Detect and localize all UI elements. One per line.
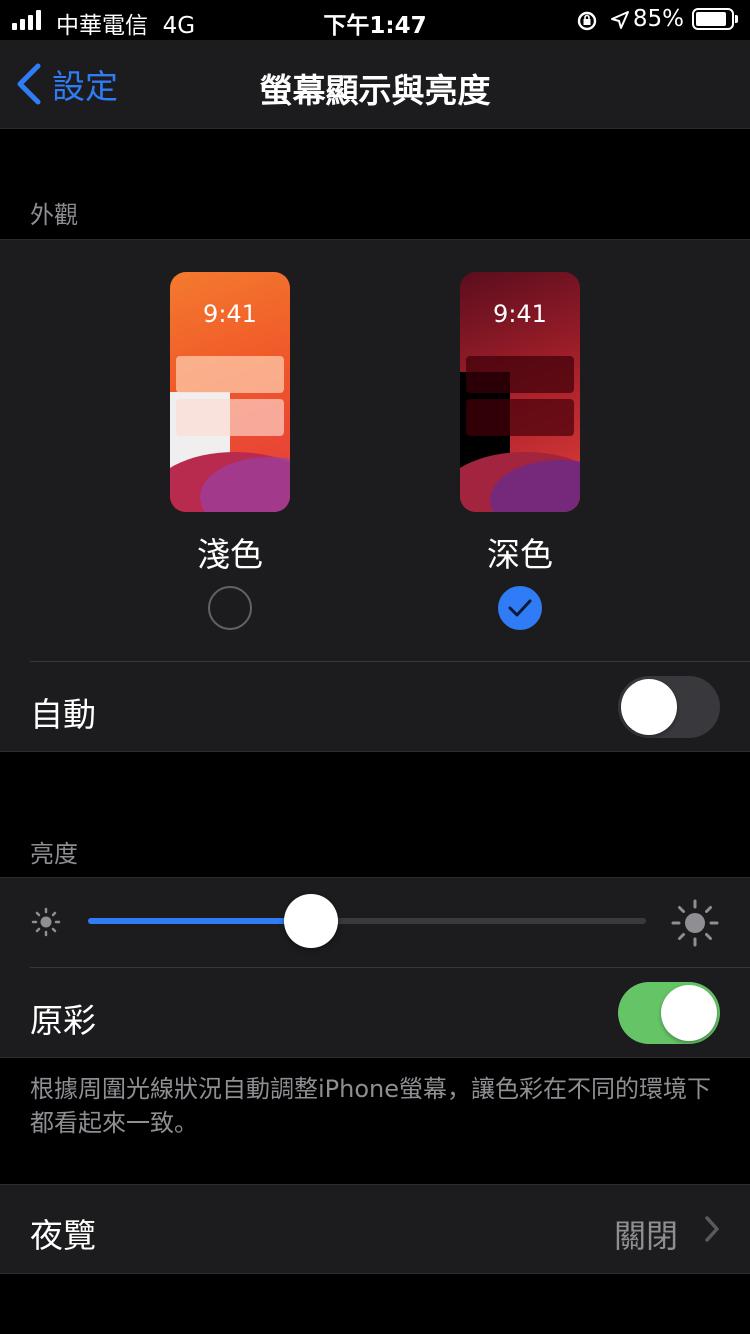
light-mode-option[interactable]: 9:41 淺色: [150, 260, 310, 640]
night-shift-row[interactable]: 夜覽 關閉: [0, 1184, 750, 1274]
chevron-right-icon: [705, 1216, 719, 1242]
night-shift-label: 夜覽: [30, 1216, 96, 1255]
night-shift-value: 關閉: [613, 1217, 678, 1255]
dark-mode-label: 深色: [487, 535, 553, 574]
true-tone-description: 根據周圍光線狀況自動調整iPhone螢幕，讓色彩在不同的環境下都看起來一致。: [30, 1075, 712, 1137]
location-icon: [611, 11, 629, 29]
orientation-lock-icon: [577, 11, 597, 31]
toggle-knob: [621, 679, 677, 735]
battery-icon: [692, 8, 738, 30]
sun-large-icon: [671, 899, 719, 947]
page-title: 螢幕顯示與亮度: [259, 71, 491, 110]
toggle-knob: [661, 985, 717, 1041]
slider-fill: [88, 918, 312, 924]
true-tone-label: 原彩: [30, 1001, 96, 1040]
brightness-section-header: 亮度: [30, 840, 78, 868]
auto-toggle[interactable]: [618, 676, 720, 738]
battery-percentage: 85%: [632, 6, 684, 32]
status-bar: 中華電信 4G 下午1:47 85%: [0, 0, 750, 40]
checkmark-icon: [508, 599, 532, 617]
true-tone-toggle[interactable]: [618, 982, 720, 1044]
divider: [30, 967, 750, 968]
appearance-group: 9:41 淺色 9:41 深色 自動: [0, 239, 750, 752]
light-preview-time: 9:41: [203, 300, 257, 328]
brightness-slider[interactable]: [88, 894, 646, 948]
slider-thumb[interactable]: [284, 894, 339, 948]
divider: [30, 661, 750, 662]
dark-mode-preview: 9:41: [460, 272, 580, 512]
navigation-bar: 設定 螢幕顯示與亮度: [0, 40, 750, 129]
dark-mode-radio[interactable]: [498, 586, 542, 630]
brightness-group: 原彩: [0, 877, 750, 1058]
dark-mode-option[interactable]: 9:41 深色: [440, 260, 600, 640]
sun-small-icon: [31, 907, 61, 937]
appearance-section-header: 外觀: [30, 201, 78, 229]
light-mode-preview: 9:41: [170, 272, 290, 512]
dark-preview-time: 9:41: [493, 300, 547, 328]
light-mode-radio[interactable]: [208, 586, 252, 630]
light-mode-label: 淺色: [197, 535, 263, 574]
auto-label: 自動: [30, 695, 96, 734]
